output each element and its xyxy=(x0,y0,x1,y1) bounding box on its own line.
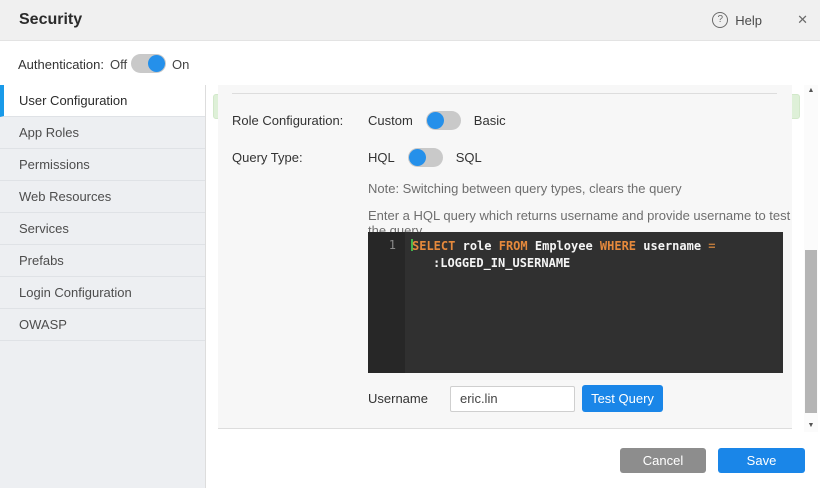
sidebar-item-owasp[interactable]: OWASP xyxy=(0,309,205,341)
role-custom-label: Custom xyxy=(368,113,413,128)
sidebar-item-label: Permissions xyxy=(19,157,90,172)
sidebar-item-app-roles[interactable]: App Roles xyxy=(0,117,205,149)
authentication-bar: Authentication: Off On ✓ Tested query su… xyxy=(0,42,820,85)
authentication-off-label: Off xyxy=(110,57,127,72)
vertical-scrollbar[interactable]: ▲ ▼ xyxy=(804,85,818,432)
dialog-header: Security ? Help ✕ xyxy=(0,0,820,41)
username-input[interactable] xyxy=(450,386,575,412)
code-line: SELECT role FROM Employee WHERE username… xyxy=(411,238,779,255)
code-line-wrap: :LOGGED_IN_USERNAME xyxy=(411,255,779,272)
toggle-knob xyxy=(427,112,444,129)
username-label: Username xyxy=(368,391,450,406)
user-configuration-panel: Role Configuration: Custom Basic Query T… xyxy=(218,85,792,429)
query-type-row: Query Type: HQL SQL xyxy=(232,143,482,171)
query-type-label: Query Type: xyxy=(232,150,368,165)
scroll-up-icon[interactable]: ▲ xyxy=(804,85,818,97)
query-code-editor[interactable]: 1 SELECT role FROM Employee WHERE userna… xyxy=(368,232,783,373)
help-label: Help xyxy=(735,13,762,28)
save-button[interactable]: Save xyxy=(718,448,805,473)
sidebar-item-web-resources[interactable]: Web Resources xyxy=(0,181,205,213)
sidebar-nav: User Configuration App Roles Permissions We… xyxy=(0,85,206,488)
sidebar-item-label: Services xyxy=(19,221,69,236)
security-dialog: Security ? Help ✕ Authentication: Off On… xyxy=(0,0,820,488)
sidebar-item-permissions[interactable]: Permissions xyxy=(0,149,205,181)
page-title: Security xyxy=(19,11,82,29)
query-type-toggle[interactable] xyxy=(408,148,443,167)
sidebar-item-prefabs[interactable]: Prefabs xyxy=(0,245,205,277)
authentication-on-label: On xyxy=(172,57,189,72)
toggle-knob xyxy=(409,149,426,166)
code-content[interactable]: SELECT role FROM Employee WHERE username… xyxy=(405,232,783,373)
authentication-label: Authentication: xyxy=(18,57,104,72)
role-configuration-value: Custom Basic xyxy=(368,111,506,130)
sidebar-item-label: App Roles xyxy=(19,125,79,140)
scrollbar-thumb[interactable] xyxy=(805,250,817,413)
help-button[interactable]: ? Help xyxy=(712,12,762,28)
toggle-knob xyxy=(148,55,165,72)
cancel-button[interactable]: Cancel xyxy=(620,448,706,473)
query-type-note: Note: Switching between query types, cle… xyxy=(368,181,682,196)
role-configuration-label: Role Configuration: xyxy=(232,113,368,128)
close-icon[interactable]: ✕ xyxy=(797,12,808,28)
authentication-toggle[interactable] xyxy=(131,54,166,73)
role-configuration-toggle[interactable] xyxy=(426,111,461,130)
sidebar-item-label: OWASP xyxy=(19,317,67,332)
sidebar-item-label: Login Configuration xyxy=(19,285,132,300)
section-divider xyxy=(232,93,777,94)
query-sql-label: SQL xyxy=(456,150,482,165)
sidebar-item-label: Web Resources xyxy=(19,189,111,204)
sidebar-item-login-configuration[interactable]: Login Configuration xyxy=(0,277,205,309)
sidebar-item-services[interactable]: Services xyxy=(0,213,205,245)
role-configuration-row: Role Configuration: Custom Basic xyxy=(232,106,506,134)
sidebar-item-user-configuration[interactable]: User Configuration xyxy=(0,85,205,117)
scroll-down-icon[interactable]: ▼ xyxy=(804,420,818,432)
query-type-value: HQL SQL xyxy=(368,148,482,167)
username-test-row: Username Test Query xyxy=(368,385,663,412)
line-number: 1 xyxy=(368,238,396,252)
editor-gutter: 1 xyxy=(368,232,405,373)
sidebar-item-label: Prefabs xyxy=(19,253,64,268)
help-question-icon: ? xyxy=(712,12,728,28)
sidebar-item-label: User Configuration xyxy=(19,93,127,108)
query-hql-label: HQL xyxy=(368,150,395,165)
test-query-button[interactable]: Test Query xyxy=(582,385,663,412)
role-basic-label: Basic xyxy=(474,113,506,128)
